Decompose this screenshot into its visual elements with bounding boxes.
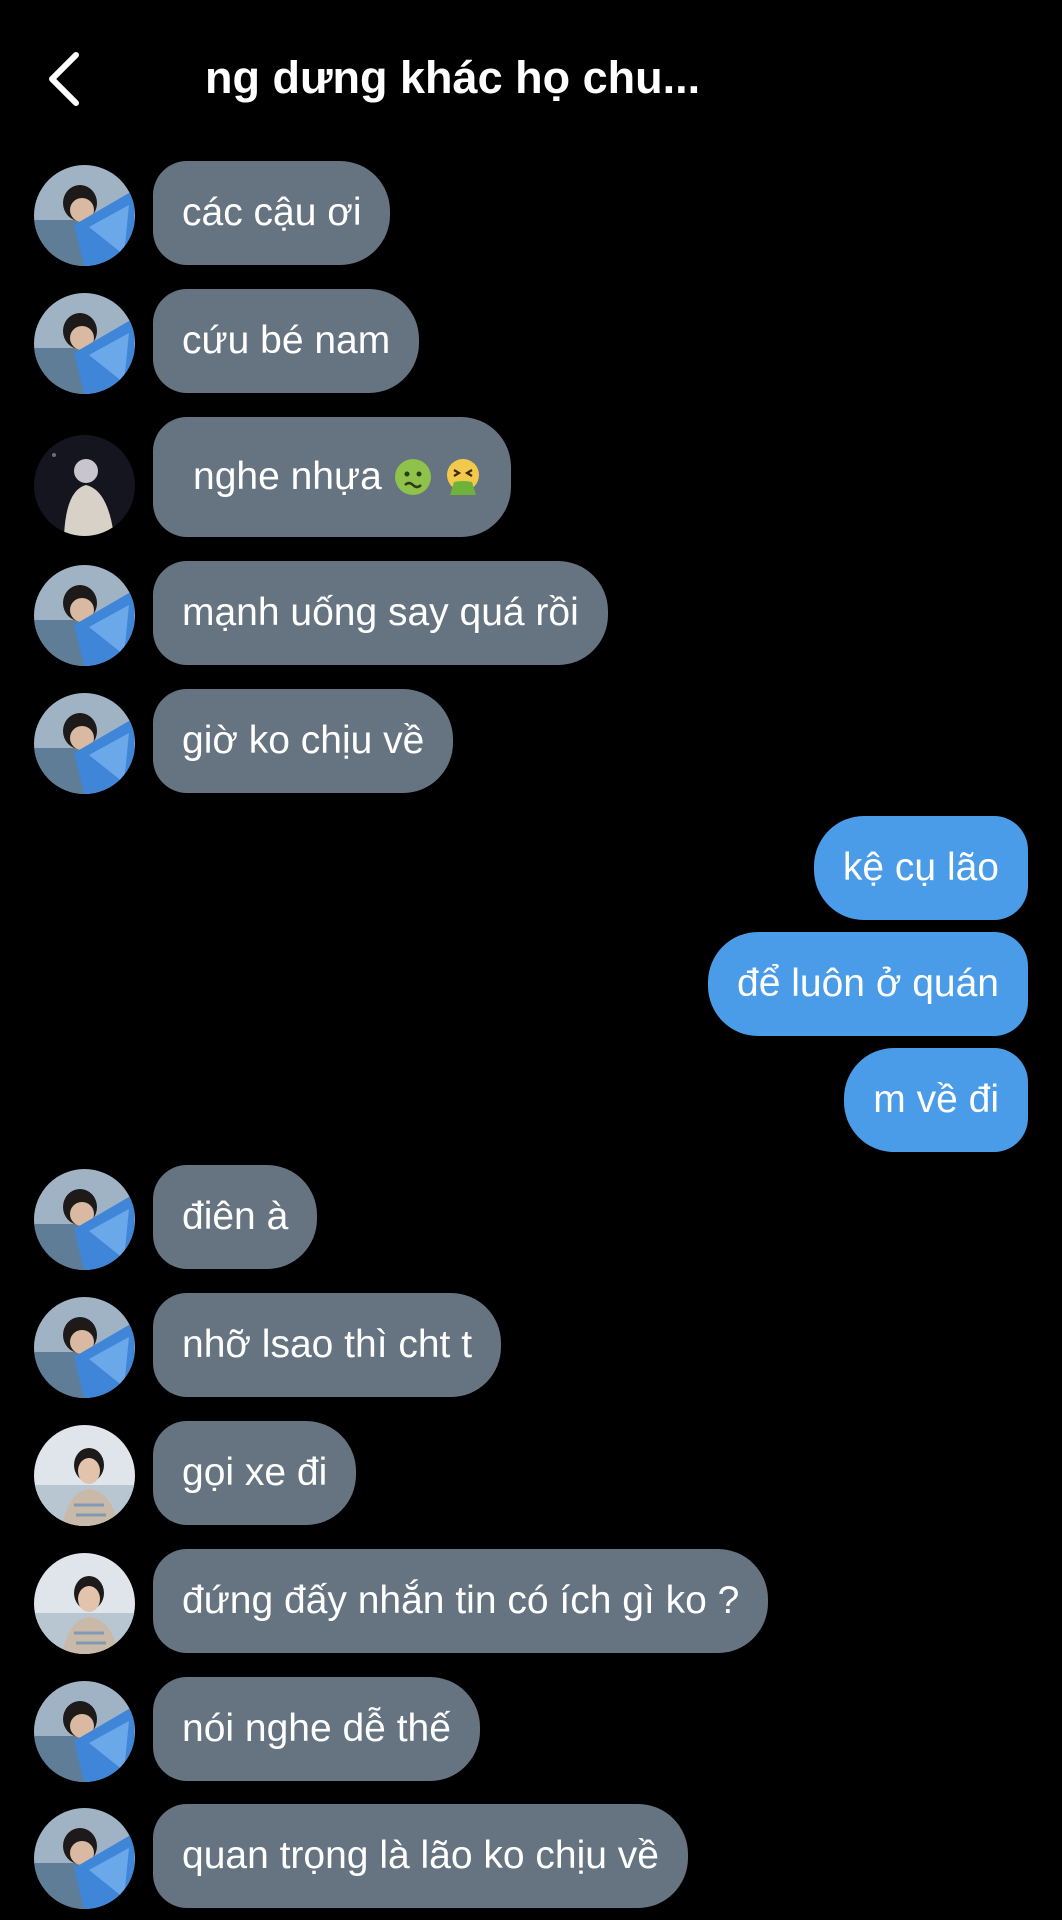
message-text: giờ ko chịu về [182, 719, 425, 762]
message-text: nhỡ lsao thì cht t [182, 1323, 473, 1366]
message-row: điên à [0, 1165, 1062, 1271]
incoming-message-bubble[interactable]: mạnh uống say quá rồi [153, 561, 608, 665]
outgoing-message-bubble[interactable]: để luôn ở quán [708, 932, 1028, 1036]
message-row: gọi xe đi [0, 1421, 1062, 1527]
avatar[interactable] [34, 165, 135, 266]
incoming-message-bubble[interactable]: gọi xe đi [153, 1421, 357, 1525]
incoming-message-bubble[interactable]: quan trọng là lão ko chịu về [153, 1804, 688, 1908]
message-row: kệ cụ lão [0, 816, 1062, 922]
message-row: cứu bé nam [0, 289, 1062, 395]
avatar[interactable] [34, 293, 135, 394]
message-text: để luôn ở quán [737, 962, 999, 1005]
avatar[interactable] [34, 1808, 135, 1909]
message-text: mạnh uống say quá rồi [182, 591, 579, 634]
message-text: m về đi [873, 1078, 999, 1121]
incoming-message-bubble[interactable]: cứu bé nam [153, 289, 420, 393]
incoming-message-bubble[interactable]: điên à [153, 1165, 318, 1269]
message-text: cứu bé nam [182, 319, 391, 362]
message-row: quan trọng là lão ko chịu về [0, 1804, 1062, 1910]
avatar[interactable] [34, 1169, 135, 1270]
avatar[interactable] [34, 565, 135, 666]
outgoing-message-bubble[interactable]: kệ cụ lão [813, 816, 1028, 920]
message-row: đứng đấy nhắn tin có ích gì ko ? [0, 1549, 1062, 1655]
message-text: gọi xe đi [182, 1451, 328, 1494]
message-row: để luôn ở quán [0, 932, 1062, 1038]
message-text: quan trọng là lão ko chịu về [182, 1834, 659, 1877]
nauseated-face-icon [394, 458, 432, 496]
incoming-message-bubble[interactable]: các cậu ơi [153, 161, 391, 265]
message-row: nhỡ lsao thì cht t [0, 1293, 1062, 1399]
avatar[interactable] [34, 435, 135, 536]
message-row: mạnh uống say quá rồi [0, 561, 1062, 667]
incoming-message-bubble[interactable]: nói nghe dễ thế [153, 1677, 480, 1781]
outgoing-message-bubble[interactable]: m về đi [844, 1048, 1028, 1152]
message-text: đứng đấy nhắn tin có ích gì ko ? [182, 1579, 740, 1622]
message-row: nói nghe dễ thế [0, 1677, 1062, 1783]
message-row: nghe nhựa [0, 417, 1062, 539]
message-row: các cậu ơi [0, 161, 1062, 267]
avatar[interactable] [34, 1425, 135, 1526]
incoming-message-bubble[interactable]: đứng đấy nhắn tin có ích gì ko ? [153, 1549, 769, 1653]
incoming-message-bubble[interactable]: nhỡ lsao thì cht t [153, 1293, 502, 1397]
message-row: giờ ko chịu về [0, 689, 1062, 795]
vomiting-face-icon [444, 458, 482, 496]
avatar[interactable] [34, 1553, 135, 1654]
avatar[interactable] [34, 693, 135, 794]
avatar[interactable] [34, 1297, 135, 1398]
incoming-message-bubble[interactable]: nghe nhựa [153, 417, 511, 537]
message-text: nghe nhựa [193, 455, 382, 498]
message-text: điên à [182, 1195, 289, 1238]
message-row: m về đi [0, 1048, 1062, 1154]
message-text: kệ cụ lão [842, 846, 999, 889]
message-list: các cậu ơi cứu bé nam nghe nhựa mạnh uốn… [0, 0, 1062, 1920]
message-text: nói nghe dễ thế [182, 1707, 451, 1750]
message-text: các cậu ơi [182, 191, 362, 234]
incoming-message-bubble[interactable]: giờ ko chịu về [153, 689, 454, 793]
avatar[interactable] [34, 1681, 135, 1782]
